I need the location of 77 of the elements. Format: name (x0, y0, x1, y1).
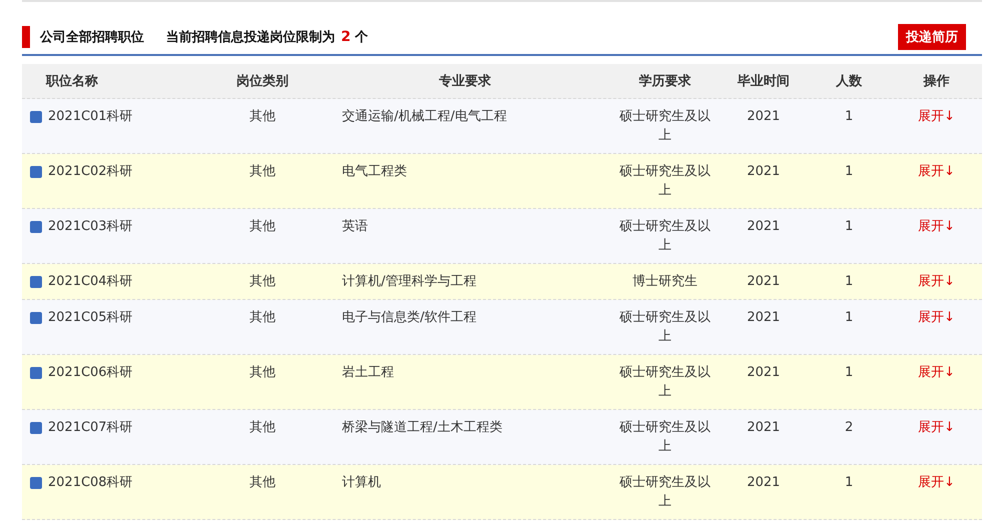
column-header: 毕业时间 (736, 73, 790, 90)
square-icon (30, 476, 42, 488)
table-cell-text: 2021 (746, 163, 782, 181)
table-cell-text: 硕士研究生及以上 (618, 474, 712, 511)
column-header: 专业要求 (438, 73, 492, 90)
table-cell-text: 硕士研究生及以上 (618, 108, 712, 145)
square-icon (30, 312, 42, 324)
table-cell-text: 桥梁与隧道工程/土木工程类 (341, 419, 504, 437)
table-cell-text: 其他 (248, 108, 276, 126)
column-header: 岗位类别 (236, 73, 290, 90)
table-cell-text: 2021 (746, 419, 782, 437)
submit-resume-button[interactable]: 投递简历 (898, 24, 966, 50)
section-title: 公司全部招聘职位 (40, 28, 144, 46)
expand-link[interactable]: 展开↓ (918, 418, 955, 437)
table-cell-text: 其他 (248, 309, 276, 327)
square-icon (30, 366, 42, 378)
title-marker (22, 26, 30, 48)
table-cell-text: 2021 (746, 309, 782, 327)
expand-link[interactable]: 展开↓ (918, 217, 955, 236)
table-cell-text: 2 (844, 419, 854, 437)
position-name: 2021C04科研 (48, 273, 133, 291)
table-cell-text: 计算机 (341, 474, 382, 492)
position-name: 2021C03科研 (48, 218, 133, 236)
position-name: 2021C02科研 (48, 163, 133, 181)
table-cell-text: 交通运输/机械工程/电气工程 (341, 108, 508, 126)
limit-notice: 当前招聘信息投递岗位限制为 (166, 30, 335, 45)
square-icon (30, 220, 42, 232)
position-name: 2021C01科研 (48, 108, 133, 126)
table-cell-text: 2021 (746, 474, 782, 492)
expand-link[interactable]: 展开↓ (918, 272, 955, 291)
square-icon (30, 276, 42, 288)
table-cell-text: 硕士研究生及以上 (618, 419, 712, 456)
table-cell-text: 岩土工程 (341, 364, 395, 382)
table-cell-text: 2021 (746, 108, 782, 126)
table-cell-text: 1 (844, 163, 854, 181)
position-name: 2021C05科研 (48, 309, 133, 327)
table-cell-text: 2021 (746, 364, 782, 382)
table-cell-text: 计算机/管理科学与工程 (341, 273, 478, 291)
table-cell-text: 硕士研究生及以上 (618, 364, 712, 401)
column-header: 操作 (922, 73, 950, 90)
table-cell-text: 博士研究生 (632, 273, 698, 291)
table-cell-text: 其他 (248, 218, 276, 236)
table-cell-text: 其他 (248, 474, 276, 492)
table-cell-text: 2021 (746, 218, 782, 236)
square-icon (30, 166, 42, 178)
table-cell-text: 1 (844, 364, 854, 382)
limit-count: 2 (341, 29, 351, 45)
position-name: 2021C07科研 (48, 419, 133, 437)
expand-link[interactable]: 展开↓ (918, 162, 955, 181)
table-cell-text: 1 (844, 474, 854, 492)
column-header: 人数 (834, 73, 863, 90)
expand-link[interactable]: 展开↓ (918, 363, 955, 382)
table-cell-text: 硕士研究生及以上 (618, 163, 712, 200)
table-cell-text: 2021 (746, 273, 782, 291)
limit-unit: 个 (354, 30, 368, 45)
table-cell-text: 其他 (248, 273, 276, 291)
square-icon (30, 422, 42, 434)
table-cell-text: 其他 (248, 364, 276, 382)
position-name: 2021C06科研 (48, 364, 133, 382)
table-cell-text: 其他 (248, 163, 276, 181)
table-cell-text: 其他 (248, 419, 276, 437)
square-icon (30, 110, 42, 122)
column-header: 学历要求 (638, 73, 692, 90)
table-cell-text: 1 (844, 218, 854, 236)
position-name: 2021C08科研 (48, 474, 133, 492)
column-header: 职位名称 (44, 73, 99, 90)
table-cell-text: 电气工程类 (341, 163, 408, 181)
table-cell-text: 硕士研究生及以上 (618, 309, 712, 346)
table-cell-text: 1 (844, 108, 854, 126)
table-cell-text: 1 (844, 309, 854, 327)
table-cell-text: 1 (844, 273, 854, 291)
table-cell-text: 电子与信息类/软件工程 (341, 309, 478, 327)
expand-link[interactable]: 展开↓ (918, 308, 955, 327)
table-cell-text: 硕士研究生及以上 (618, 218, 712, 255)
expand-link[interactable]: 展开↓ (918, 107, 955, 126)
expand-link[interactable]: 展开↓ (918, 473, 955, 492)
table-cell-text: 英语 (341, 218, 369, 236)
